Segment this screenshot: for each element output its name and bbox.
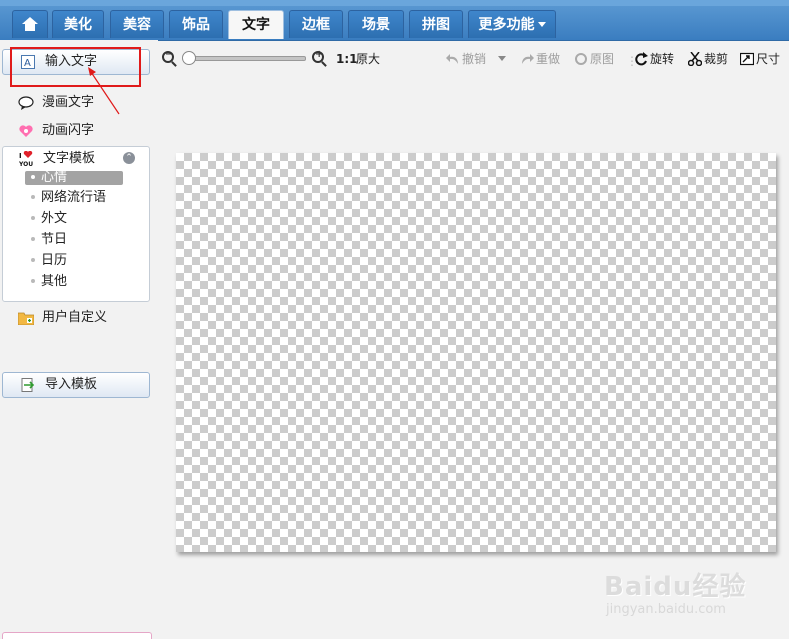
text-sidebar: A 输入文字 漫画文字 动画闪字 I YOU 文字模板 ⌃ 心情 网络流行语 外文… [0, 40, 158, 638]
undo-icon [446, 54, 458, 64]
ratio-button[interactable]: 1:1 [336, 51, 358, 67]
template-item-other[interactable]: 其他 [25, 275, 125, 289]
chevron-down-icon [537, 22, 546, 27]
rotate-button[interactable]: 旋转 [634, 51, 674, 67]
baidu-watermark: Baidu经验 jingyan.baidu.com [604, 566, 764, 626]
undo-dropdown[interactable] [498, 51, 506, 67]
folder-add-icon [18, 312, 34, 325]
watermark-sub-text: jingyan.baidu.com [606, 602, 726, 617]
template-item-calendar[interactable]: 日历 [25, 254, 125, 268]
template-header[interactable]: I YOU 文字模板 [19, 151, 95, 167]
redo-button[interactable]: 重做 [520, 51, 560, 67]
collapse-up-icon[interactable]: ⌃ [123, 152, 135, 164]
window-title-strip [0, 0, 789, 6]
template-item-mood[interactable]: 心情 [25, 171, 123, 185]
zoom-out-icon[interactable] [162, 49, 174, 63]
top-menu-bar: 美化 美容 饰品 文字 边框 场景 拼图 更多功能 [0, 0, 789, 41]
watermark-main-text: Baidu经验 [604, 572, 747, 602]
resize-icon [740, 52, 754, 66]
import-icon [21, 378, 35, 392]
undo-button[interactable]: 撤销 [446, 51, 486, 67]
comic-text-item[interactable]: 漫画文字 [18, 93, 94, 113]
original-size-button[interactable]: 原大 [356, 51, 380, 67]
tab-collage[interactable]: 拼图 [409, 10, 463, 38]
original-image-button[interactable]: 原图 [574, 51, 614, 67]
template-item-internet-slang[interactable]: 网络流行语 [25, 191, 125, 205]
original-image-icon [575, 53, 587, 65]
template-item-holiday[interactable]: 节日 [25, 233, 125, 247]
heart-sparkle-icon [19, 125, 33, 137]
comic-text-label: 漫画文字 [42, 95, 95, 110]
text-box-icon: A [21, 55, 35, 69]
user-defined-item[interactable]: 用户自定义 [18, 308, 107, 328]
tab-accessories[interactable]: 饰品 [169, 10, 223, 38]
zoom-slider[interactable] [184, 56, 306, 61]
input-text-button[interactable]: A 输入文字 [2, 49, 150, 75]
text-template-panel: I YOU 文字模板 ⌃ 心情 网络流行语 外文 节日 日历 其他 [2, 146, 150, 302]
tab-home[interactable] [12, 10, 48, 38]
scissors-icon [688, 52, 702, 66]
tab-more-features[interactable]: 更多功能 [468, 10, 556, 38]
rotate-icon [635, 52, 648, 66]
template-header-label: 文字模板 [43, 151, 96, 166]
redo-icon [522, 54, 534, 64]
tab-border[interactable]: 边框 [289, 10, 343, 38]
zoom-slider-thumb[interactable] [182, 51, 196, 65]
resize-button[interactable]: 尺寸 [740, 51, 780, 67]
svg-text:YOU: YOU [19, 161, 33, 167]
user-defined-label: 用户自定义 [42, 310, 108, 325]
import-template-button[interactable]: 导入模板 [2, 372, 150, 398]
crop-button[interactable]: 裁剪 [688, 51, 728, 67]
chevron-down-icon [498, 56, 506, 61]
zoom-in-icon[interactable] [312, 49, 324, 63]
animated-text-item[interactable]: 动画闪字 [18, 121, 94, 141]
svg-text:I: I [19, 152, 22, 160]
more-features-label: 更多功能 [478, 17, 535, 33]
template-item-foreign-text[interactable]: 外文 [25, 212, 125, 226]
tab-beauty[interactable]: 美容 [110, 10, 164, 38]
image-toolbar: 1:1 原大 撤销 重做 原图 ⋮ 旋转 裁剪 尺寸 [160, 46, 789, 72]
transparent-canvas[interactable] [176, 153, 776, 552]
home-icon [22, 17, 38, 31]
tab-scene[interactable]: 场景 [348, 10, 404, 38]
animated-text-label: 动画闪字 [42, 123, 95, 138]
import-template-label: 导入模板 [45, 377, 98, 392]
tab-text[interactable]: 文字 [228, 10, 284, 39]
i-love-you-icon: IYOU [19, 151, 33, 167]
svg-text:A: A [24, 58, 31, 69]
tab-beautify[interactable]: 美化 [52, 10, 104, 38]
speech-bubble-icon [18, 96, 34, 110]
